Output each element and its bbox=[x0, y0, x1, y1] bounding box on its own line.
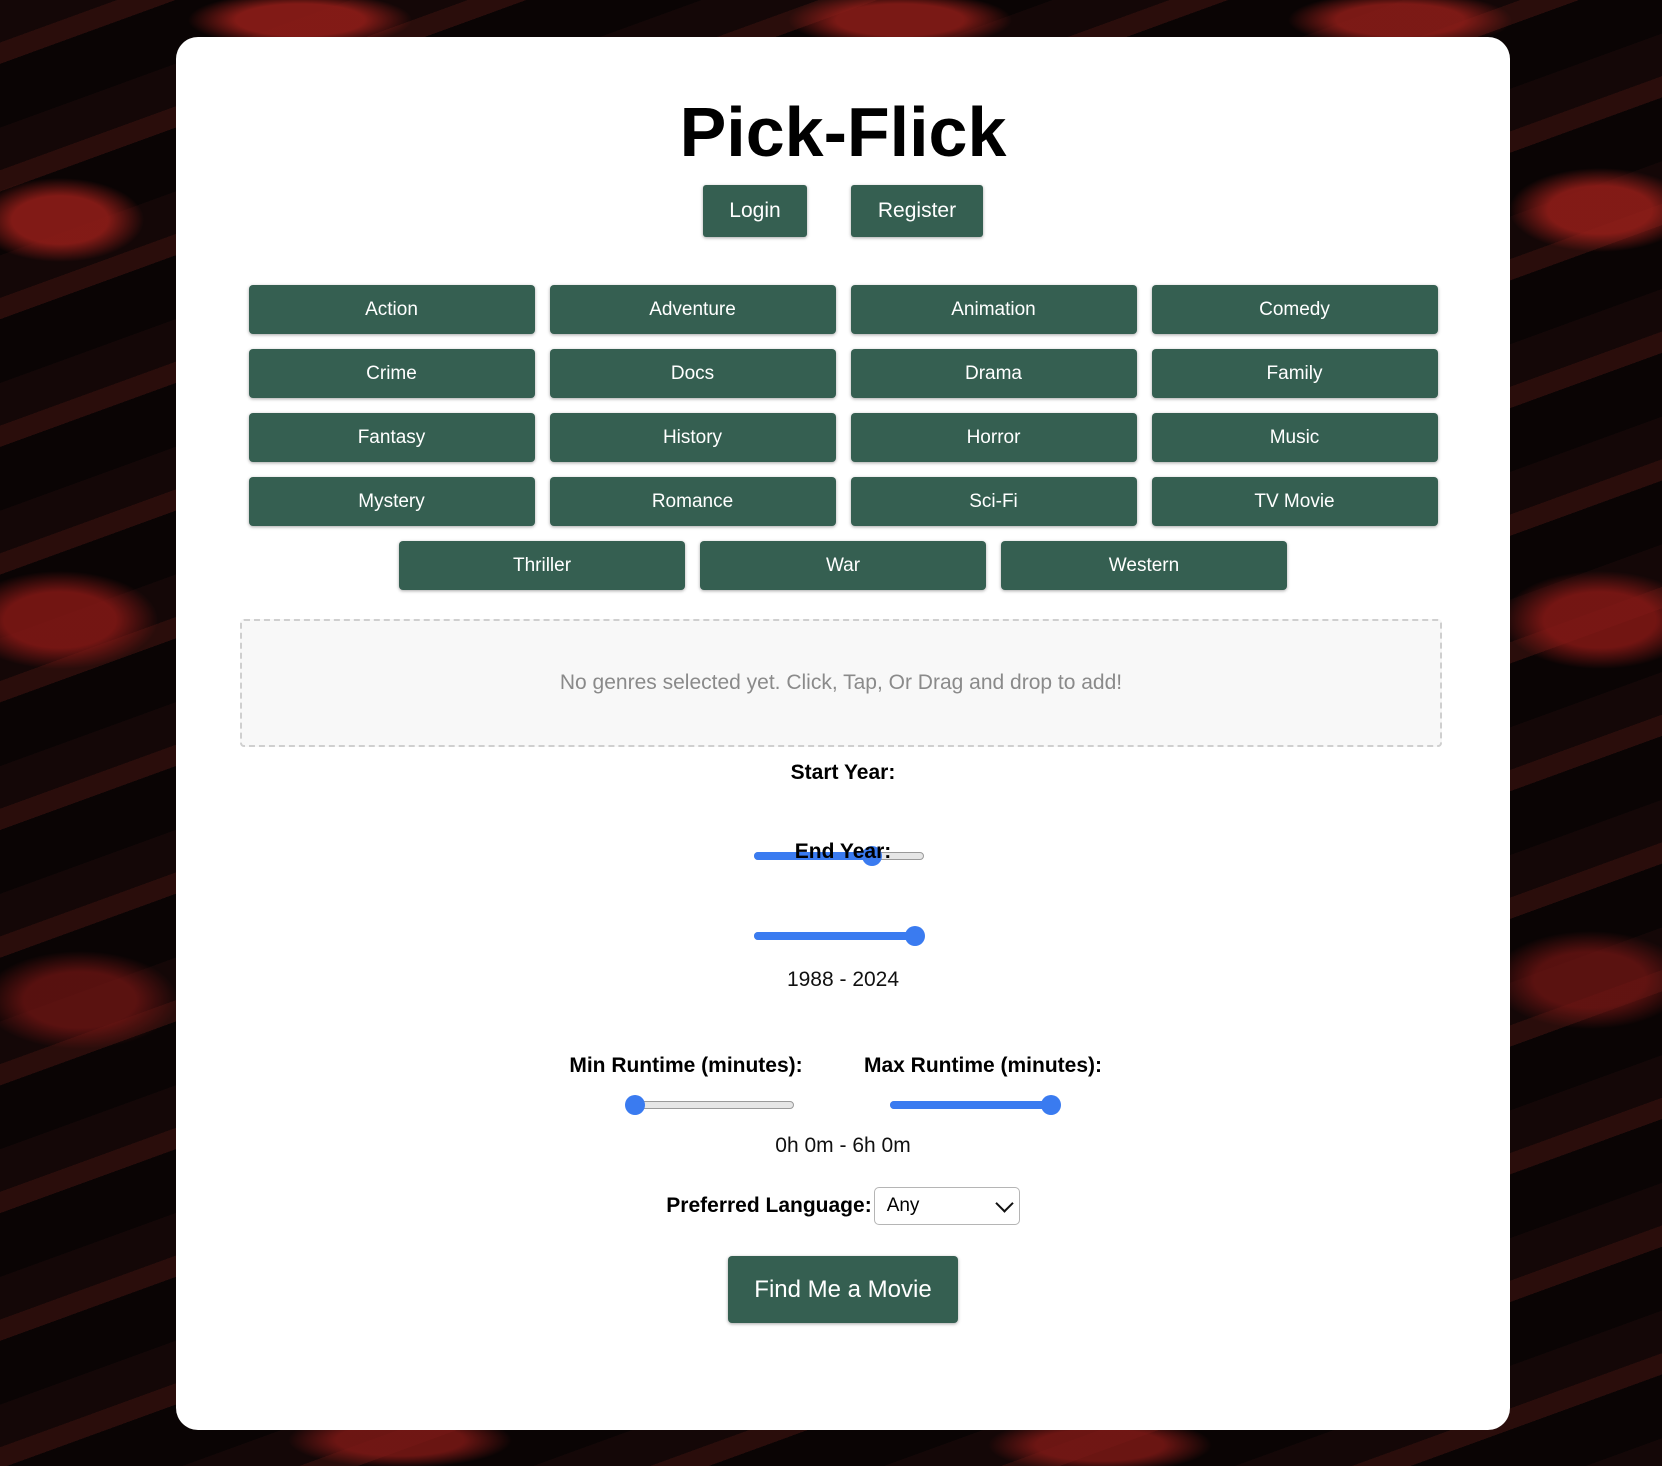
genre-button-war[interactable]: War bbox=[700, 541, 986, 590]
min-runtime-slider[interactable] bbox=[625, 1095, 794, 1115]
end-year-slider[interactable] bbox=[754, 926, 925, 946]
genre-button-animation[interactable]: Animation bbox=[850, 285, 1137, 334]
end-year-thumb[interactable] bbox=[905, 926, 925, 946]
genre-button-history[interactable]: History bbox=[549, 413, 836, 462]
find-movie-button[interactable]: Find Me a Movie bbox=[728, 1256, 958, 1323]
page-title: Pick-Flick bbox=[679, 93, 1007, 171]
year-range-text: 1988 - 2024 bbox=[786, 968, 900, 991]
language-selected-value: Any bbox=[886, 1195, 920, 1216]
genre-button-tv-movie[interactable]: TV Movie bbox=[1151, 477, 1438, 526]
end-year-fill bbox=[754, 932, 915, 940]
min-runtime-label: Min Runtime (minutes): bbox=[569, 1054, 803, 1077]
genre-button-adventure[interactable]: Adventure bbox=[549, 285, 836, 334]
runtime-range-text: 0h 0m - 6h 0m bbox=[775, 1134, 911, 1157]
genre-row: Action Adventure Animation Comedy bbox=[247, 285, 1439, 334]
max-runtime-thumb[interactable] bbox=[1041, 1095, 1061, 1115]
genre-button-action[interactable]: Action bbox=[248, 285, 535, 334]
chevron-down-icon bbox=[994, 1193, 1014, 1213]
genre-button-fantasy[interactable]: Fantasy bbox=[248, 413, 535, 462]
genre-row: Fantasy History Horror Music bbox=[247, 413, 1439, 462]
language-row: Preferred Language: Any bbox=[176, 1187, 1510, 1225]
register-button[interactable]: Register bbox=[851, 185, 983, 237]
genre-row: Thriller War Western bbox=[247, 541, 1439, 590]
genre-button-family[interactable]: Family bbox=[1151, 349, 1438, 398]
dropzone-empty-text: No genres selected yet. Click, Tap, Or D… bbox=[559, 671, 1123, 694]
genre-grid: Action Adventure Animation Comedy Crime Docs D… bbox=[247, 285, 1439, 605]
genre-button-romance[interactable]: Romance bbox=[549, 477, 836, 526]
genre-button-western[interactable]: Western bbox=[1001, 541, 1287, 590]
genre-button-sci-fi[interactable]: Sci-Fi bbox=[850, 477, 1137, 526]
main-card: Pick-Flick Login Register Action Adventur… bbox=[176, 37, 1510, 1430]
genre-button-music[interactable]: Music bbox=[1151, 413, 1438, 462]
min-runtime-thumb[interactable] bbox=[625, 1095, 645, 1115]
genre-button-thriller[interactable]: Thriller bbox=[399, 541, 685, 590]
genre-button-comedy[interactable]: Comedy bbox=[1151, 285, 1438, 334]
selected-genres-dropzone[interactable]: No genres selected yet. Click, Tap, Or D… bbox=[240, 619, 1442, 747]
genre-row: Crime Docs Drama Family bbox=[247, 349, 1439, 398]
login-button[interactable]: Login bbox=[703, 185, 807, 237]
genre-button-docs[interactable]: Docs bbox=[549, 349, 836, 398]
max-runtime-slider[interactable] bbox=[890, 1095, 1061, 1115]
genre-button-horror[interactable]: Horror bbox=[850, 413, 1137, 462]
language-label: Preferred Language: bbox=[666, 1194, 872, 1217]
max-runtime-label: Max Runtime (minutes): bbox=[863, 1054, 1102, 1077]
language-select[interactable]: Any bbox=[873, 1187, 1020, 1225]
max-runtime-fill bbox=[890, 1101, 1051, 1109]
genre-button-drama[interactable]: Drama bbox=[850, 349, 1137, 398]
genre-button-mystery[interactable]: Mystery bbox=[248, 477, 535, 526]
genre-button-crime[interactable]: Crime bbox=[248, 349, 535, 398]
genre-row: Mystery Romance Sci-Fi TV Movie bbox=[247, 477, 1439, 526]
start-year-label: Start Year: bbox=[790, 761, 896, 784]
end-year-label: End Year: bbox=[794, 840, 892, 863]
